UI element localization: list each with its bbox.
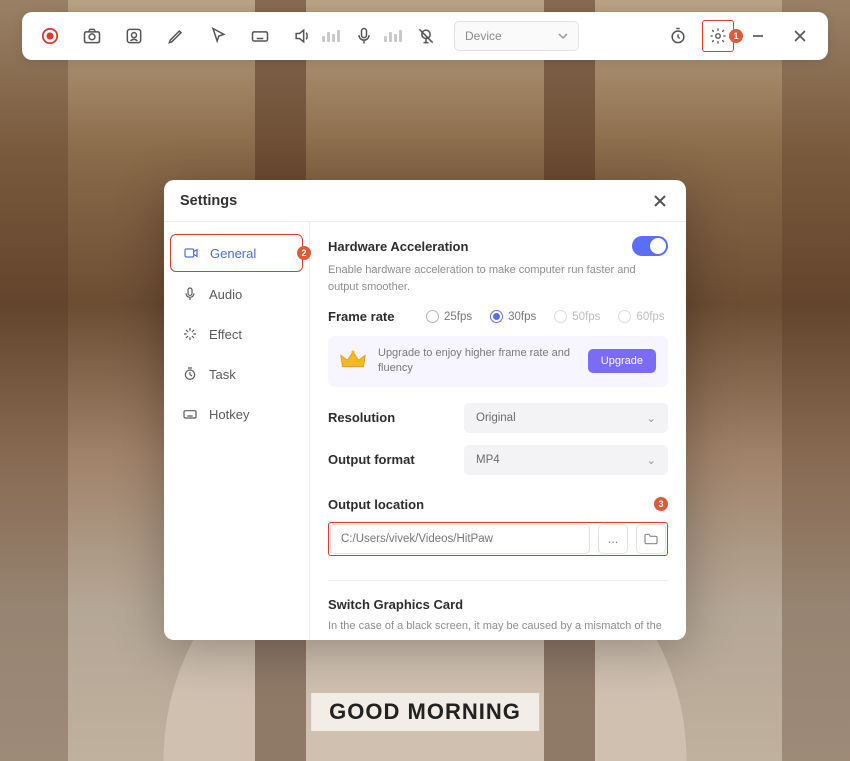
radio-60fps: 60fps [618,310,664,323]
hardware-accel-title: Hardware Acceleration [328,239,468,254]
sidebar-item-label: Hotkey [209,407,249,422]
annotation-badge-1: 1 [729,29,743,43]
upgrade-text: Upgrade to enjoy higher frame rate and f… [378,346,576,377]
close-window-button[interactable] [782,18,818,54]
divider [328,580,668,581]
output-location-row: C:/Users/vivek/Videos/HitPaw ... [328,522,668,556]
output-path-input[interactable]: C:/Users/vivek/Videos/HitPaw [330,524,590,554]
radio-25fps[interactable]: 25fps [426,310,472,323]
minimize-button[interactable] [740,18,776,54]
close-button[interactable] [650,191,670,211]
switch-gpu-title: Switch Graphics Card [328,597,668,612]
output-format-label: Output format [328,452,450,467]
modal-header: Settings [164,180,686,222]
clock-icon [182,366,198,382]
record-button[interactable] [32,18,68,54]
mic-icon [182,286,198,302]
settings-button[interactable]: 1 [702,20,734,52]
main-toolbar: Device 1 [22,12,828,60]
sidebar-item-hotkey[interactable]: Hotkey [170,396,303,432]
device-select-label: Device [465,29,502,43]
settings-content: Hardware Acceleration Enable hardware ac… [310,222,686,640]
hardware-accel-desc: Enable hardware acceleration to make com… [328,262,668,295]
device-select[interactable]: Device [454,21,579,51]
modal-title: Settings [180,193,237,209]
hardware-accel-toggle[interactable] [632,236,668,256]
frame-rate-label: Frame rate [328,309,408,324]
settings-sidebar: General 2 Audio Effect Task Hotkey [164,222,310,640]
webcam-icon[interactable] [116,18,152,54]
crown-icon [340,350,366,372]
sidebar-item-audio[interactable]: Audio [170,276,303,312]
more-button[interactable]: ... [598,524,628,554]
video-icon [183,245,199,261]
gear-icon [709,27,727,45]
radio-30fps[interactable]: 30fps [490,310,536,323]
upgrade-button[interactable]: Upgrade [588,349,656,373]
timer-icon[interactable] [660,18,696,54]
sidebar-item-effect[interactable]: Effect [170,316,303,352]
keyboard-icon [182,406,198,422]
settings-modal: Settings General 2 Audio Effect Task [164,180,686,640]
close-icon [653,194,667,208]
webcam-off-icon[interactable] [408,18,444,54]
output-location-label: Output location [328,497,424,512]
folder-icon [643,531,659,547]
keyboard-icon[interactable] [242,18,278,54]
chevron-down-icon [558,31,568,41]
sidebar-item-label: Task [209,367,236,382]
mic-level-bars [384,30,402,42]
pen-icon[interactable] [158,18,194,54]
annotation-badge-2: 2 [297,246,311,260]
radio-50fps: 50fps [554,310,600,323]
speaker-level-bars [322,30,340,42]
sidebar-item-general[interactable]: General 2 [170,234,303,272]
cursor-icon[interactable] [200,18,236,54]
switch-gpu-desc: In the case of a black screen, it may be… [328,618,668,635]
resolution-select[interactable]: Original ⌄ [464,403,668,433]
sidebar-item-label: General [210,246,256,261]
browse-button[interactable] [636,524,666,554]
video-caption: GOOD MORNING [311,693,539,731]
camera-icon[interactable] [74,18,110,54]
chevron-down-icon: ⌄ [646,453,656,467]
sparkle-icon [182,326,198,342]
mic-icon[interactable] [346,18,382,54]
output-format-select[interactable]: MP4 ⌄ [464,445,668,475]
speaker-icon[interactable] [284,18,320,54]
resolution-label: Resolution [328,410,450,425]
sidebar-item-task[interactable]: Task [170,356,303,392]
upgrade-banner: Upgrade to enjoy higher frame rate and f… [328,336,668,387]
sidebar-item-label: Audio [209,287,242,302]
annotation-badge-3: 3 [654,497,668,511]
chevron-down-icon: ⌄ [646,411,656,425]
sidebar-item-label: Effect [209,327,242,342]
